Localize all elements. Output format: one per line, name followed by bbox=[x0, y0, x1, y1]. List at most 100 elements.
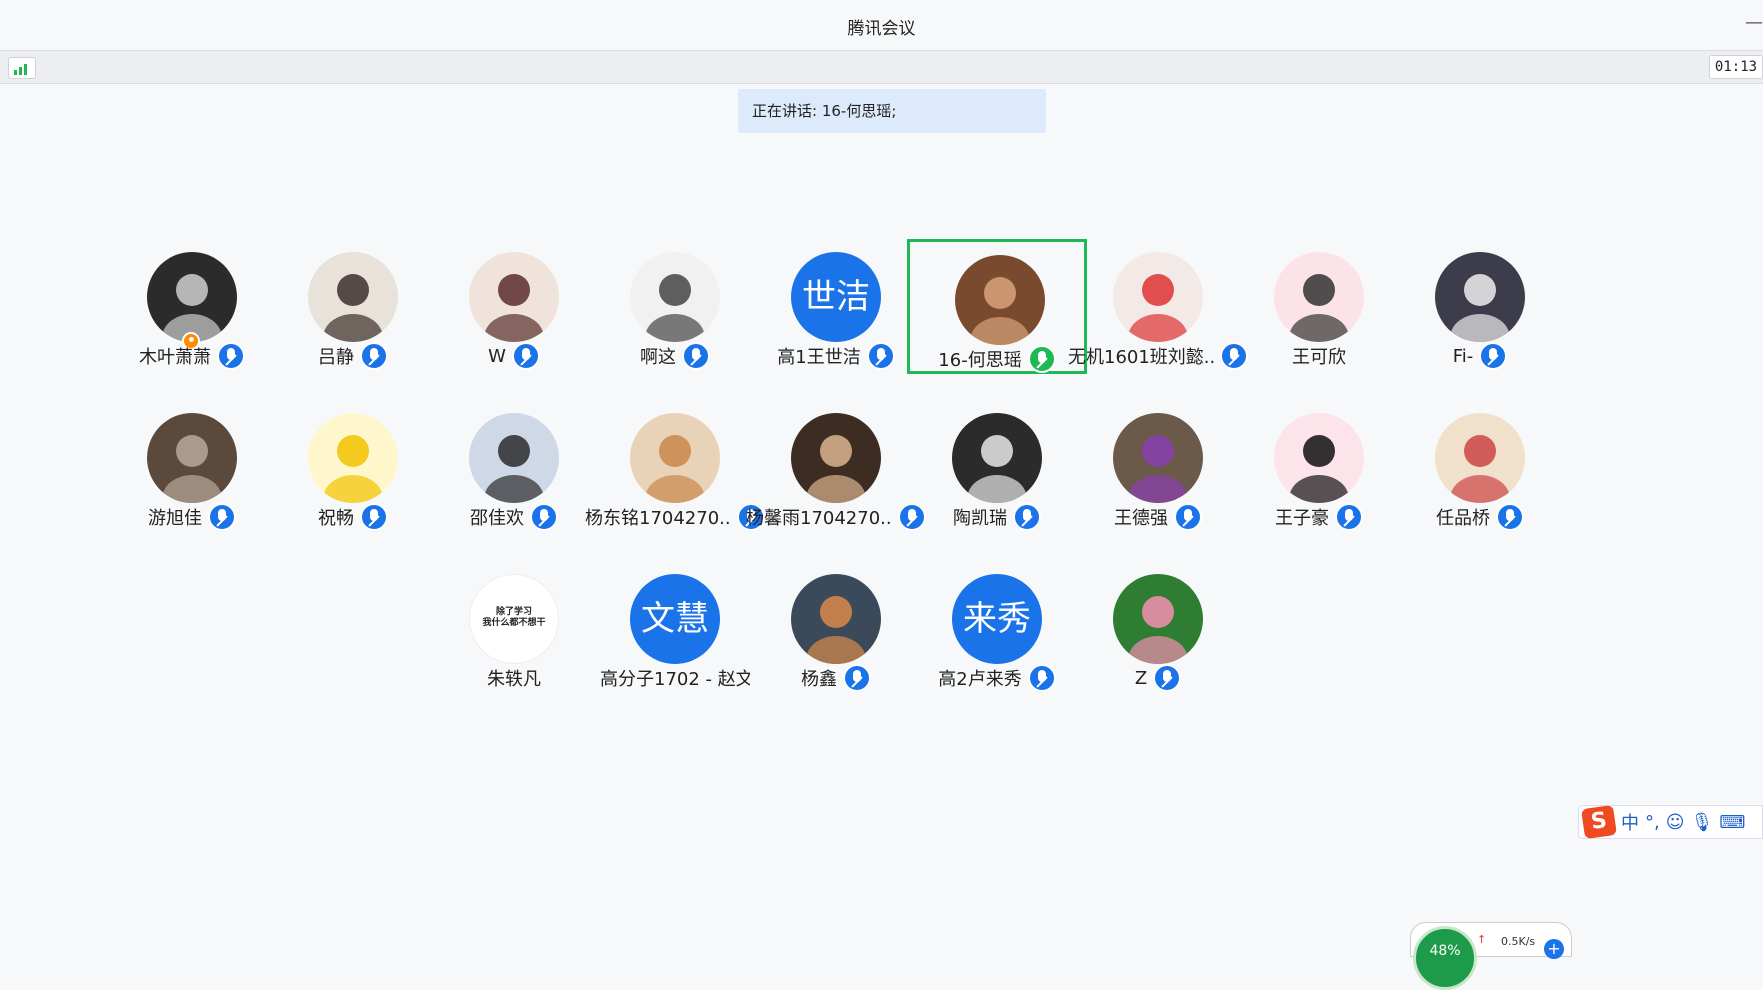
minimize-button[interactable]: — bbox=[1745, 12, 1763, 33]
participant-tile[interactable]: 陶凯瑞 bbox=[907, 400, 1087, 535]
mic-muted-icon bbox=[511, 342, 540, 370]
participant-tile[interactable]: 邵佳欢 bbox=[424, 400, 604, 535]
participant-tile[interactable]: 王德强 bbox=[1068, 400, 1248, 535]
participant-tile[interactable]: 杨东铭1704270... bbox=[585, 400, 765, 535]
mic-muted-icon bbox=[530, 503, 558, 531]
participant-name: 王子豪 bbox=[1275, 508, 1329, 529]
signal-bars-icon[interactable] bbox=[8, 57, 36, 79]
mic-muted-icon bbox=[843, 664, 871, 692]
avatar bbox=[147, 413, 237, 503]
participant-label: W bbox=[424, 342, 604, 370]
emoji-icon[interactable]: ☺ bbox=[1666, 812, 1685, 833]
participant-tile[interactable]: 来秀 高2卢来秀 bbox=[907, 561, 1087, 696]
participant-tile[interactable]: 杨馨雨1704270... bbox=[746, 400, 926, 535]
participant-name: 杨鑫 bbox=[801, 669, 837, 690]
window-title: 腾讯会议 bbox=[847, 19, 916, 39]
avatar bbox=[1113, 413, 1203, 503]
avatar bbox=[630, 252, 720, 342]
participant-tile[interactable]: 杨鑫 bbox=[746, 561, 926, 696]
participant-tile[interactable]: 16-何思瑶 bbox=[907, 239, 1087, 374]
participant-name: 高分子1702 - 赵文慧 bbox=[600, 669, 750, 690]
avatar bbox=[1435, 252, 1525, 342]
participant-label: 王子豪 bbox=[1229, 503, 1409, 531]
participant-tile[interactable]: 王可欣 bbox=[1229, 239, 1409, 374]
participant-label: 杨馨雨1704270... bbox=[746, 503, 926, 531]
mic-muted-icon bbox=[866, 342, 895, 370]
participant-name: 陶凯瑞 bbox=[953, 508, 1007, 529]
avatar bbox=[1435, 413, 1525, 503]
avatar bbox=[630, 413, 720, 503]
avatar bbox=[469, 413, 559, 503]
participant-label: Z bbox=[1068, 664, 1248, 692]
participant-name: 王德强 bbox=[1114, 508, 1168, 529]
participant-tile[interactable]: 文慧高分子1702 - 赵文慧 bbox=[585, 561, 765, 696]
participant-name: Fi- bbox=[1452, 345, 1474, 367]
ime-toolbar[interactable]: S 中 °, ☺ 🎙 ⌨ bbox=[1578, 804, 1763, 840]
upload-arrow-icon: ↑ bbox=[1477, 933, 1487, 946]
participant-label: 杨东铭1704270... bbox=[585, 503, 765, 531]
avatar bbox=[1113, 574, 1203, 664]
participant-label: 任品桥 bbox=[1390, 503, 1570, 531]
participant-tile[interactable]: Fi- bbox=[1390, 239, 1570, 374]
participant-name: W bbox=[488, 345, 506, 367]
voice-input-icon[interactable]: 🎙 bbox=[1691, 812, 1714, 833]
mic-muted-icon bbox=[217, 342, 245, 370]
avatar bbox=[1274, 252, 1364, 342]
participant-label: 邵佳欢 bbox=[424, 503, 604, 531]
participant-label: 游旭佳 bbox=[102, 503, 282, 531]
mic-muted-icon bbox=[360, 342, 388, 370]
mic-muted-icon bbox=[208, 503, 236, 531]
participant-label: 高1王世洁 bbox=[746, 342, 926, 370]
participant-name: Z bbox=[1134, 667, 1148, 689]
participant-name: 朱轶凡 bbox=[487, 669, 541, 690]
participant-tile[interactable]: 任品桥 bbox=[1390, 400, 1570, 535]
participant-name: 任品桥 bbox=[1436, 508, 1490, 529]
participant-name: 游旭佳 bbox=[148, 508, 202, 529]
ime-punct-toggle[interactable]: °, bbox=[1645, 812, 1660, 833]
participant-tile[interactable]: 世洁高1王世洁 bbox=[746, 239, 926, 374]
sogou-logo-icon[interactable]: S bbox=[1581, 804, 1617, 840]
participant-name: 木叶萧萧 bbox=[139, 347, 211, 368]
mic-active-icon bbox=[1027, 345, 1056, 373]
avatar bbox=[308, 413, 398, 503]
participant-tile[interactable]: 吕静 bbox=[263, 239, 443, 374]
participant-name: 16-何思瑶 bbox=[938, 350, 1022, 371]
participant-label: 无机1601班刘懿... bbox=[1068, 342, 1248, 370]
keyboard-icon[interactable]: ⌨ bbox=[1719, 812, 1745, 833]
avatar: 世洁 bbox=[791, 252, 881, 342]
avatar bbox=[791, 574, 881, 664]
participant-tile[interactable]: 木叶萧萧 bbox=[102, 239, 282, 374]
network-speed: 0.5K/s bbox=[1501, 935, 1536, 948]
ime-mode-toggle[interactable]: 中 bbox=[1621, 809, 1639, 835]
participant-label: 祝畅 bbox=[263, 503, 443, 531]
participant-tile[interactable]: 祝畅 bbox=[263, 400, 443, 535]
participant-tile[interactable]: W bbox=[424, 239, 604, 374]
speaking-banner: 正在讲话: 16-何思瑶; bbox=[738, 89, 1046, 133]
participant-tile[interactable]: 游旭佳 bbox=[102, 400, 282, 535]
mic-muted-icon bbox=[1013, 503, 1041, 531]
participant-name: 祝畅 bbox=[318, 508, 354, 529]
network-monitor-widget[interactable]: 48% ↑ 0.5K/s + bbox=[1410, 922, 1572, 990]
participant-tile[interactable]: 除了学习 我什么都不想干 朱轶凡 bbox=[424, 561, 604, 696]
participant-tile[interactable]: 啊这 bbox=[585, 239, 765, 374]
participant-label: 高分子1702 - 赵文慧 bbox=[585, 664, 765, 692]
avatar bbox=[147, 252, 237, 342]
participant-name: 杨馨雨1704270... bbox=[746, 508, 892, 529]
participant-tile[interactable]: Z bbox=[1068, 561, 1248, 696]
participant-label: 王可欣 bbox=[1229, 342, 1409, 370]
mic-muted-icon bbox=[1479, 342, 1508, 370]
avatar: 文慧 bbox=[630, 574, 720, 664]
participant-label: Fi- bbox=[1390, 342, 1570, 370]
participant-name: 高1王世洁 bbox=[777, 347, 861, 368]
participant-tile[interactable]: 王子豪 bbox=[1229, 400, 1409, 535]
participant-name: 吕静 bbox=[318, 347, 354, 368]
plus-icon[interactable]: + bbox=[1544, 939, 1564, 959]
avatar bbox=[1113, 252, 1203, 342]
top-toolbar: 01:13 bbox=[0, 50, 1763, 84]
avatar: 来秀 bbox=[952, 574, 1042, 664]
participant-tile[interactable]: 无机1601班刘懿... bbox=[1068, 239, 1248, 374]
participant-label: 吕静 bbox=[263, 342, 443, 370]
avatar-caption: 除了学习 我什么都不想干 bbox=[482, 607, 546, 628]
participant-label: 高2卢来秀 bbox=[907, 664, 1087, 692]
mic-muted-icon bbox=[682, 342, 710, 370]
